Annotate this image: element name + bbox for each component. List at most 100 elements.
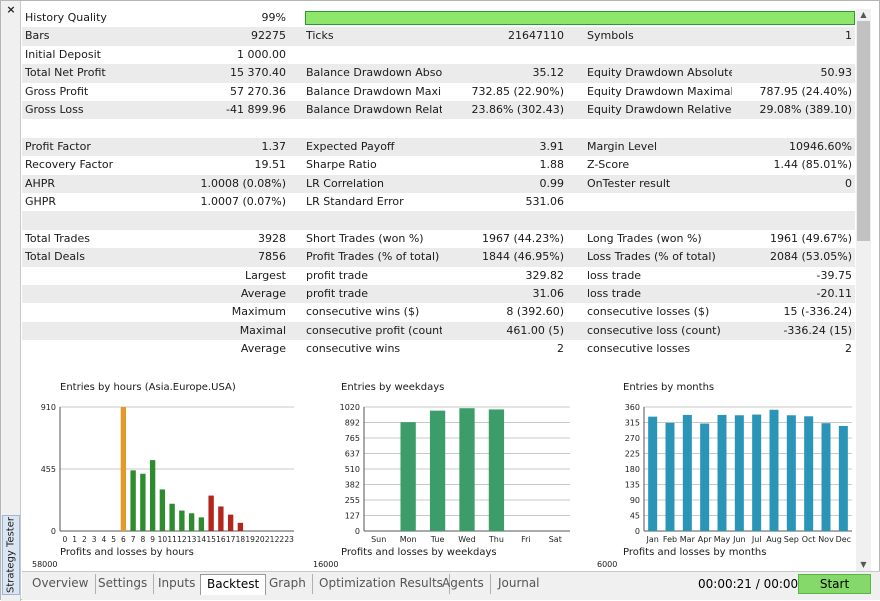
x-tick-label: Jan <box>645 535 658 544</box>
metric-label: Equity Drawdown Absolute <box>587 66 732 80</box>
chart-panel-months: Entries by months 0 45 90 135 180 225 270 315 36… <box>582 379 855 571</box>
metric-value: Average <box>240 342 286 356</box>
tab-journal[interactable]: Journal <box>492 574 546 594</box>
report-scrollbar[interactable]: ▲ ▼ <box>856 9 871 571</box>
x-tick-label: 1 <box>72 535 77 544</box>
report-row: AHPR 1.0008 (0.08%) LR Correlation 0.99 OnTe… <box>22 174 855 193</box>
close-icon[interactable]: × <box>5 4 17 16</box>
scroll-down-icon[interactable]: ▼ <box>856 559 871 571</box>
x-tick-label: Sep <box>784 535 799 544</box>
x-tick-label: May <box>714 535 731 544</box>
report-row <box>22 119 855 137</box>
metric-label: consecutive loss (count) <box>587 323 721 337</box>
metric-value: Largest <box>245 268 286 282</box>
metric-value: 8 (392.60) <box>506 305 564 319</box>
metric-label: consecutive losses ($) <box>587 305 710 319</box>
history-quality-value: 99% <box>261 11 286 24</box>
metric-value: 0.99 <box>539 176 565 190</box>
metric-value: 0 <box>845 176 852 190</box>
x-tick-label: 6 <box>121 535 126 544</box>
strategy-tester-label[interactable]: Strategy Tester <box>2 515 20 595</box>
report-row: Recovery Factor 19.51 Sharpe Ratio 1.88 Z-Sc… <box>22 156 855 174</box>
metric-label: consecutive wins <box>306 342 401 356</box>
charts-area: Entries by hours (Asia.Europe.USA) 0 455 9… <box>22 379 855 571</box>
metric-label: AHPR <box>25 176 56 190</box>
metric-label: Gross Profit <box>25 84 89 98</box>
chart-title-profits-months: Profits and losses by months <box>623 547 767 558</box>
tab-graph[interactable]: Graph <box>263 574 313 594</box>
report-row: Total Net Profit 15 370.40 Balance Drawdow… <box>22 64 855 83</box>
x-tick-label: 13 <box>187 535 197 544</box>
metric-value: 329.82 <box>525 268 565 282</box>
metric-value: 732.85 (22.90%) <box>471 84 564 98</box>
y-tick-label: 180 <box>625 465 640 474</box>
x-tick-label: Mar <box>680 535 696 544</box>
tab-settings[interactable]: Settings <box>92 574 155 594</box>
metric-label: Z-Score <box>587 158 630 172</box>
y-tick-label: 765 <box>345 434 360 443</box>
report-row: Average profit trade 31.06 loss trade -20.11 <box>22 285 855 304</box>
y-tick-label: 45 <box>630 512 640 521</box>
metric-value: 10946.60% <box>789 139 852 153</box>
metric-label: Initial Deposit <box>25 47 101 61</box>
bar-10 <box>159 489 166 531</box>
tab-optimization-results[interactable]: Optimization Results <box>313 574 450 594</box>
tab-inputs[interactable]: Inputs <box>152 574 203 594</box>
y-tick-label: 510 <box>345 465 360 474</box>
metric-value: 29.08% (389.10) <box>759 103 852 116</box>
x-tick-label: Apr <box>698 535 713 544</box>
metric-value: 1967 (44.23%) <box>481 231 564 245</box>
metric-value: 3928 <box>258 231 286 245</box>
tab-overview[interactable]: Overview <box>26 574 96 594</box>
chart-hours: 04559100 1 2 3 4 5 6 7 8 9 10 11 12 13 14 15 16 17 18 19 20 2… <box>41 403 294 544</box>
history-quality-bar <box>305 11 855 25</box>
metric-label: LR Standard Error <box>306 195 404 208</box>
x-tick-label: Oct <box>802 535 816 544</box>
chart-weekdays: 0 127 255 382 510 637 765 892 1020 Sun Mon Tue Wed Th… <box>340 403 570 544</box>
scrollbar-thumb[interactable] <box>857 21 870 241</box>
metric-value: 19.51 <box>254 158 287 172</box>
x-tick-label: 3 <box>92 535 97 544</box>
metric-label: Balance Drawdown Relative <box>306 103 442 116</box>
x-tick-label: Aug <box>766 535 782 544</box>
metric-value: -39.75 <box>816 268 852 282</box>
x-tick-label: Feb <box>663 535 677 544</box>
bar-Apr <box>700 423 710 531</box>
x-tick-label: 8 <box>140 535 145 544</box>
bar-Sep <box>786 415 796 531</box>
x-tick-label: 9 <box>150 535 155 544</box>
metric-value: 1.88 <box>539 158 565 172</box>
metric-value: 1 000.00 <box>237 47 286 61</box>
metric-label: Equity Drawdown Relative <box>587 103 732 116</box>
metric-value: 2084 (53.05%) <box>769 250 852 264</box>
x-tick-label: 10 <box>158 535 168 544</box>
metric-label: Balance Drawdown Absolute <box>306 66 442 80</box>
metric-value: 31.06 <box>532 287 565 300</box>
metric-label: Ticks <box>306 29 334 43</box>
metric-label: Symbols <box>587 29 634 43</box>
chart-panel-weekdays: Entries by weekdays 0 127 255 382 510 637 765 8… <box>302 379 579 571</box>
metric-label: Loss Trades (% of total) <box>587 250 716 264</box>
x-tick-label: 4 <box>101 535 106 544</box>
report-row: Gross Loss -41 899.96 Balance Drawdown Rel… <box>22 101 855 120</box>
metric-label: consecutive profit (count) <box>306 323 442 337</box>
bar-14 <box>198 517 205 531</box>
tab-backtest[interactable]: Backtest <box>200 574 267 595</box>
metric-value: 1.0007 (0.07%) <box>200 195 286 208</box>
x-tick-label: 15 <box>206 535 216 544</box>
metric-value: 7856 <box>258 250 286 264</box>
chart-panel-hours: Entries by hours (Asia.Europe.USA) 0 455 9… <box>22 379 299 571</box>
metric-label: Profit Factor <box>25 139 91 153</box>
metric-value: 787.95 (24.40%) <box>759 84 852 98</box>
metric-value: Maximum <box>231 305 286 319</box>
tab-agents[interactable]: Agents <box>436 574 491 594</box>
chart-months: 04590135180225270315360Jan Feb Mar Apr May Ju… <box>625 403 852 544</box>
scroll-up-icon[interactable]: ▲ <box>856 9 871 21</box>
y-tick-label: 270 <box>625 434 640 443</box>
x-tick-label: 5 <box>111 535 116 544</box>
y-tick-label: 315 <box>625 419 640 428</box>
metric-value: 1961 (49.67%) <box>769 231 852 245</box>
metric-value: Maximal <box>239 323 286 337</box>
y-tick-label: 360 <box>625 403 640 412</box>
start-button[interactable]: Start <box>798 574 871 594</box>
